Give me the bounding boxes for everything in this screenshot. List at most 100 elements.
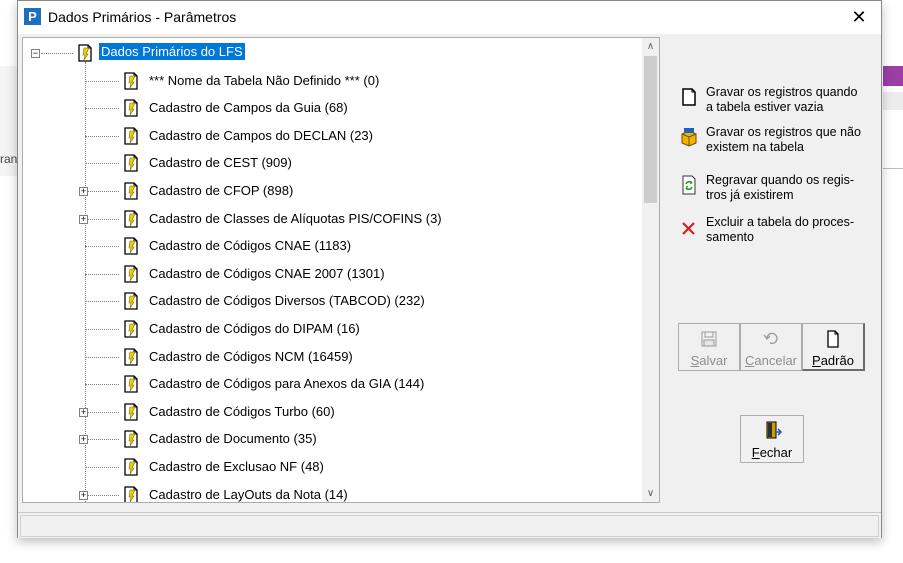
tree-node-label: Cadastro de Códigos CNAE 2007 (1301) bbox=[149, 265, 385, 281]
tree-node-label: Cadastro de Classes de Alíquotas PIS/COF… bbox=[149, 210, 442, 226]
tree-node[interactable]: + Cadastro de LayOuts da Nota (14) bbox=[23, 482, 623, 502]
fechar-button[interactable]: Fechar bbox=[740, 415, 804, 463]
expand-plus-icon[interactable]: + bbox=[79, 490, 88, 500]
padrao-button[interactable]: Padrão bbox=[802, 323, 865, 371]
legend-excluir-line1: Excluir a tabela do proces- bbox=[706, 215, 854, 229]
red-x-icon bbox=[682, 222, 695, 235]
scroll-up-arrow-icon[interactable]: ∧ bbox=[642, 38, 659, 55]
cancelar-label-rest: ancelar bbox=[754, 353, 798, 368]
status-panel bbox=[20, 515, 879, 537]
tree-node[interactable]: Cadastro de Exclusao NF (48) bbox=[23, 454, 623, 480]
tree-node[interactable]: Cadastro de Códigos CNAE 2007 (1301) bbox=[23, 261, 623, 287]
refresh-document-icon bbox=[682, 175, 696, 195]
background-app-divider bbox=[883, 168, 903, 169]
legend-excluir-line2: samento bbox=[706, 230, 754, 244]
legend-gravar-nao-existem-line2: existem na tabela bbox=[706, 140, 804, 154]
tree-connector bbox=[85, 467, 119, 468]
data-table-tree[interactable]: − Dados Primários do LFS *** Nome da Tabel… bbox=[22, 37, 660, 503]
expand-plus-icon[interactable]: + bbox=[79, 187, 88, 196]
cancelar-label: Cancelar bbox=[741, 353, 801, 368]
table-document-icon bbox=[124, 458, 138, 476]
fechar-accelerator: F bbox=[751, 445, 760, 460]
tree-node[interactable]: Cadastro de CEST (909) bbox=[23, 150, 623, 176]
legend-regravar-line2: tros já existirem bbox=[706, 188, 794, 202]
table-document-icon bbox=[124, 182, 138, 200]
tree-connector bbox=[41, 53, 73, 54]
tree-node[interactable]: Cadastro de Campos da Guia (68) bbox=[23, 95, 623, 121]
tree-connector bbox=[85, 218, 119, 220]
tree-node[interactable]: Cadastro de Códigos Diversos (TABCOD) (2… bbox=[23, 288, 623, 314]
table-document-icon bbox=[124, 485, 138, 502]
vertical-scrollbar[interactable]: ∧ ∨ bbox=[642, 38, 659, 502]
tree-node[interactable]: Cadastro de Códigos CNAE (1183) bbox=[23, 233, 623, 259]
tree-node-label: Cadastro de Códigos NCM (16459) bbox=[149, 348, 353, 364]
tree-node[interactable]: + Cadastro de Documento (35) bbox=[23, 426, 623, 452]
tree-node-label: Cadastro de CEST (909) bbox=[149, 155, 292, 171]
blank-document-icon bbox=[827, 330, 839, 348]
padrao-accelerator: P bbox=[812, 353, 821, 368]
salvar-accelerator: S bbox=[690, 353, 700, 368]
tree-node-label: Cadastro de Exclusao NF (48) bbox=[149, 459, 324, 474]
tree-node-label: Cadastro de Códigos para Anexos da GIA (… bbox=[149, 376, 425, 392]
table-document-icon bbox=[124, 127, 138, 145]
table-document-icon bbox=[124, 347, 138, 366]
window-title: Dados Primários - Parâmetros bbox=[48, 9, 237, 25]
tree-connector bbox=[85, 191, 119, 192]
tree-node[interactable]: + Cadastro de Códigos Turbo (60) bbox=[23, 399, 623, 425]
exit-door-icon bbox=[766, 421, 783, 439]
salvar-label: Salvar bbox=[679, 353, 739, 368]
expand-plus-icon[interactable]: + bbox=[79, 214, 88, 224]
tree-node-label: Cadastro de LayOuts da Nota (14) bbox=[149, 486, 348, 502]
undo-icon bbox=[763, 332, 778, 345]
legend-gravar-vazia-line2: a tabela estiver vazia bbox=[706, 100, 824, 114]
salvar-button[interactable]: Salvar bbox=[678, 323, 740, 371]
scroll-thumb[interactable] bbox=[644, 56, 657, 203]
background-app-panel bbox=[883, 92, 903, 110]
tree-node[interactable]: Cadastro de Campos do DECLAN (23) bbox=[23, 123, 623, 149]
tree-connector bbox=[85, 246, 119, 248]
legend-gravar-nao-existem-line1: Gravar os registros que não bbox=[706, 125, 861, 139]
tree-node[interactable]: Cadastro de Códigos para Anexos da GIA (… bbox=[23, 371, 623, 397]
tree-connector bbox=[85, 329, 119, 330]
expand-plus-icon[interactable]: + bbox=[79, 407, 88, 417]
scroll-down-arrow-icon[interactable]: ∨ bbox=[642, 485, 659, 502]
table-document-icon bbox=[124, 375, 138, 393]
tree-node-label: Cadastro de Códigos CNAE (1183) bbox=[149, 238, 352, 254]
fechar-label: Fechar bbox=[741, 445, 803, 460]
new-document-icon bbox=[682, 88, 696, 106]
tree-node[interactable]: + Cadastro de CFOP (898) bbox=[23, 178, 623, 204]
tree-connector bbox=[85, 356, 119, 358]
tree-connector bbox=[85, 494, 119, 496]
expand-plus-icon[interactable]: + bbox=[79, 435, 88, 445]
tree-node-label: Cadastro de Códigos Turbo (60) bbox=[149, 403, 335, 419]
tree-connector bbox=[85, 80, 119, 82]
table-document-icon bbox=[78, 44, 92, 62]
close-button[interactable]: ✕ bbox=[837, 1, 881, 34]
collapse-minus-icon[interactable]: − bbox=[31, 49, 40, 58]
tree-node[interactable]: *** Nome da Tabela Não Definido *** (0) bbox=[23, 68, 623, 94]
title-bar[interactable]: P Dados Primários - Parâmetros ✕ bbox=[18, 1, 881, 34]
table-document-icon bbox=[124, 71, 138, 90]
padrao-label: Padrão bbox=[803, 353, 863, 368]
tree-node[interactable]: + Cadastro de Classes de Alíquotas PIS/CO… bbox=[23, 206, 623, 232]
table-document-icon bbox=[124, 99, 138, 117]
tree-connector bbox=[85, 163, 119, 165]
tree-connector bbox=[85, 384, 119, 386]
table-document-icon bbox=[124, 154, 138, 173]
tree-node[interactable]: Cadastro de Códigos NCM (16459) bbox=[23, 344, 623, 370]
tree-root-node[interactable]: − Dados Primários do LFS bbox=[23, 40, 623, 66]
table-document-icon bbox=[124, 237, 138, 255]
tree-connector bbox=[85, 273, 119, 275]
tree-connector bbox=[85, 301, 119, 303]
tree-connector bbox=[85, 108, 119, 110]
tree-node-label: Cadastro de CFOP (898) bbox=[149, 183, 294, 198]
tree-node-label: Cadastro de Códigos do DIPAM (16) bbox=[149, 321, 360, 336]
fechar-label-rest: echar bbox=[759, 445, 793, 460]
background-app-text: ran bbox=[0, 152, 18, 166]
status-bar bbox=[18, 512, 881, 538]
cancelar-button[interactable]: Cancelar bbox=[740, 323, 802, 371]
tree-node[interactable]: Cadastro de Códigos do DIPAM (16) bbox=[23, 316, 623, 342]
dialog-window: P Dados Primários - Parâmetros ✕ − Dados … bbox=[17, 0, 882, 538]
background-app-accent-bar bbox=[883, 66, 903, 86]
save-disk-icon bbox=[701, 331, 717, 347]
